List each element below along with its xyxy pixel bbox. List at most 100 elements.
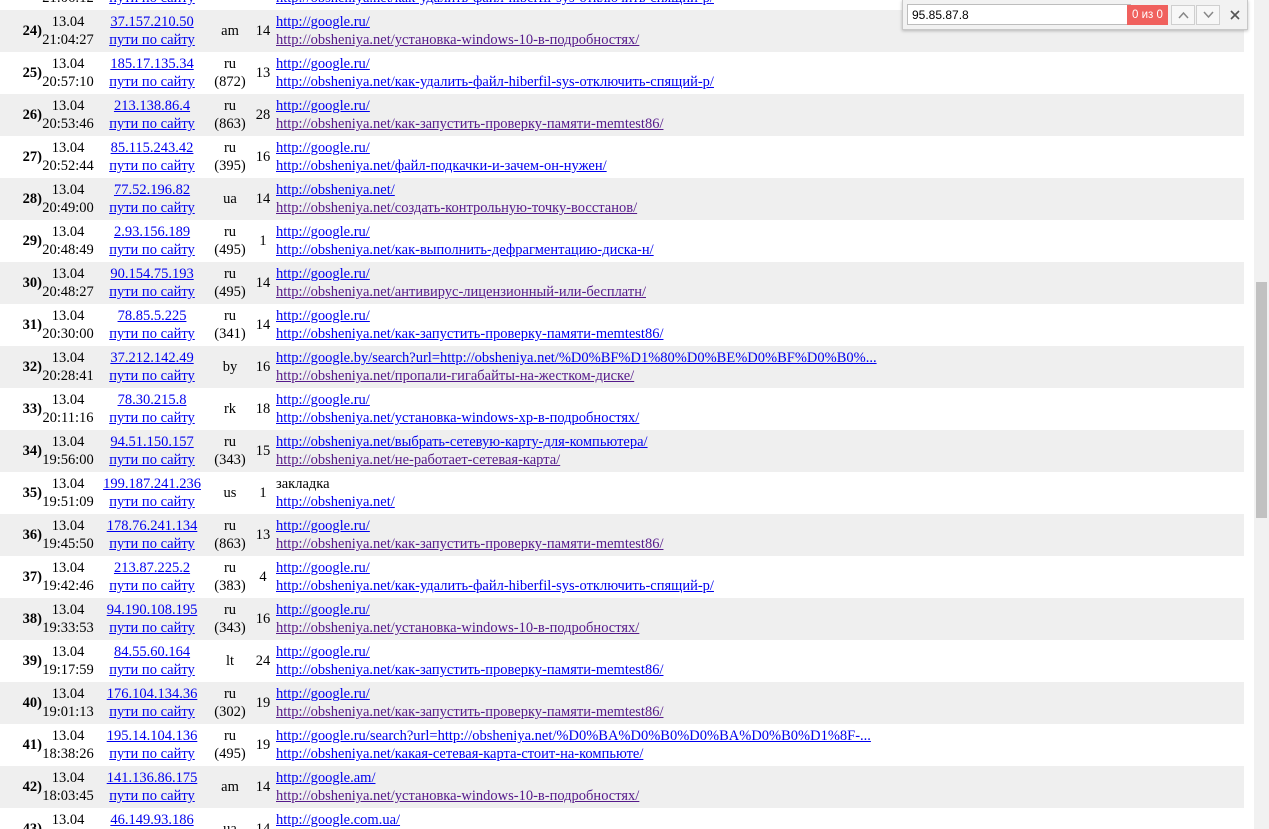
site-paths-link[interactable]: пути по сайту: [94, 703, 210, 721]
site-paths-link[interactable]: пути по сайту: [94, 493, 210, 511]
vertical-scrollbar[interactable]: [1254, 0, 1269, 829]
ip-link[interactable]: 46.149.93.186: [94, 811, 210, 829]
site-paths-link[interactable]: пути по сайту: [94, 787, 210, 805]
landing-page-link[interactable]: http://obsheniya.net/установка-windows-1…: [276, 787, 1244, 805]
ip-cell: 77.52.196.82 пути по сайту: [94, 178, 210, 220]
find-close-button[interactable]: [1227, 7, 1243, 23]
visit-datetime: 13.04 20:53:46: [42, 94, 94, 136]
country-cell: ru (341): [210, 304, 250, 346]
site-paths-link[interactable]: пути по сайту: [94, 0, 210, 7]
site-paths-link[interactable]: пути по сайту: [94, 115, 210, 133]
site-paths-link[interactable]: пути по сайту: [94, 325, 210, 343]
referrer-link[interactable]: http://google.ru/: [276, 139, 1244, 157]
landing-page-link[interactable]: http://obsheniya.net/как-запустить-прове…: [276, 535, 1244, 553]
landing-page-link[interactable]: http://obsheniya.net/как-запустить-прове…: [276, 703, 1244, 721]
scrollbar-thumb[interactable]: [1256, 282, 1267, 518]
region-code: (343): [214, 620, 246, 636]
referrer-link[interactable]: http://google.ru/: [276, 685, 1244, 703]
referrer-link[interactable]: http://google.ru/: [276, 517, 1244, 535]
row-number: 23): [0, 0, 42, 10]
ip-link[interactable]: 94.51.150.157: [94, 433, 210, 451]
site-paths-link[interactable]: пути по сайту: [94, 283, 210, 301]
landing-page-link[interactable]: http://obsheniya.net/какая-сетевая-карта…: [276, 745, 1244, 763]
ip-link[interactable]: 213.87.225.2: [94, 559, 210, 577]
ip-link[interactable]: 178.76.241.134: [94, 517, 210, 535]
ip-link[interactable]: 199.187.241.236: [94, 475, 210, 493]
ip-link[interactable]: 77.52.196.82: [94, 181, 210, 199]
landing-page-link[interactable]: http://obsheniya.net/установка-windows-1…: [276, 31, 1244, 49]
ip-link[interactable]: 37.212.142.49: [94, 349, 210, 367]
landing-page-link[interactable]: http://obsheniya.net/установка-windows-1…: [276, 619, 1244, 637]
ip-link[interactable]: 213.138.86.4: [94, 97, 210, 115]
ip-link[interactable]: 37.157.210.50: [94, 13, 210, 31]
landing-page-link[interactable]: http://obsheniya.net/антивирус-лицензион…: [276, 283, 1244, 301]
landing-page-link[interactable]: http://obsheniya.net/: [276, 493, 1244, 511]
site-paths-link[interactable]: пути по сайту: [94, 241, 210, 259]
referrer-text: закладка: [276, 476, 330, 492]
referrer-link[interactable]: http://google.ru/search?url=http://obshe…: [276, 727, 1244, 745]
ip-link[interactable]: 85.115.243.42: [94, 139, 210, 157]
site-paths-link[interactable]: пути по сайту: [94, 73, 210, 91]
landing-page-link[interactable]: http://obsheniya.net/создать-контрольную…: [276, 199, 1244, 217]
landing-page-link[interactable]: http://obsheniya.net/как-выполнить-дефра…: [276, 241, 1244, 259]
ip-link[interactable]: 90.154.75.193: [94, 265, 210, 283]
ip-link[interactable]: 84.55.60.164: [94, 643, 210, 661]
site-paths-link[interactable]: пути по сайту: [94, 199, 210, 217]
referrer-link[interactable]: http://google.ru/: [276, 307, 1244, 325]
site-paths-link[interactable]: пути по сайту: [94, 409, 210, 427]
site-paths-link[interactable]: пути по сайту: [94, 157, 210, 175]
landing-page-link[interactable]: http://obsheniya.net/файл-подкачки-и-зач…: [276, 157, 1244, 175]
referrer-link[interactable]: http://google.ru/: [276, 391, 1244, 409]
referrer-link[interactable]: http://google.com.ua/: [276, 811, 1244, 829]
site-paths-link[interactable]: пути по сайту: [94, 661, 210, 679]
table-row: 39) 13.04 19:17:59 84.55.60.164 пути по сайт…: [0, 640, 1244, 682]
referrer-link[interactable]: http://google.ru/: [276, 559, 1244, 577]
ip-link[interactable]: 185.17.135.34: [94, 55, 210, 73]
find-next-button[interactable]: [1196, 5, 1220, 25]
site-paths-link[interactable]: пути по сайту: [94, 577, 210, 595]
referrer-link[interactable]: http://google.ru/: [276, 265, 1244, 283]
ip-link[interactable]: 141.136.86.175: [94, 769, 210, 787]
landing-page-link[interactable]: http://obsheniya.net/как-удалить-файл-hi…: [276, 577, 1244, 595]
ip-link[interactable]: 176.104.134.36: [94, 685, 210, 703]
site-paths-link[interactable]: пути по сайту: [94, 535, 210, 553]
ip-link[interactable]: 195.14.104.136: [94, 727, 210, 745]
referrer-link[interactable]: http://google.ru/: [276, 601, 1244, 619]
site-paths-link[interactable]: пути по сайту: [94, 367, 210, 385]
referrer-link[interactable]: http://google.ru/: [276, 223, 1244, 241]
landing-page-link[interactable]: http://obsheniya.net/как-удалить-файл-hi…: [276, 73, 1244, 91]
site-paths-link[interactable]: пути по сайту: [94, 31, 210, 49]
ip-cell: 78.85.5.225 пути по сайту: [94, 304, 210, 346]
country-cell: ru (863): [210, 94, 250, 136]
referrer-link[interactable]: http://google.ru/: [276, 97, 1244, 115]
ip-link[interactable]: 94.190.108.195: [94, 601, 210, 619]
referrer-link[interactable]: http://google.ru/: [276, 643, 1244, 661]
region-code: (495): [214, 284, 246, 300]
site-paths-link[interactable]: пути по сайту: [94, 451, 210, 469]
find-previous-button[interactable]: [1171, 5, 1195, 25]
ip-link[interactable]: 78.85.5.225: [94, 307, 210, 325]
referrer-link[interactable]: http://obsheniya.net/: [276, 181, 1244, 199]
referrer-link[interactable]: http://google.by/search?url=http://obshe…: [276, 349, 1244, 367]
site-paths-link[interactable]: пути по сайту: [94, 745, 210, 763]
chevron-down-icon: [1203, 11, 1214, 19]
landing-page-link[interactable]: http://obsheniya.net/как-запустить-прове…: [276, 325, 1244, 343]
ip-link[interactable]: 2.93.156.189: [94, 223, 210, 241]
referrer-link[interactable]: http://google.am/: [276, 769, 1244, 787]
site-paths-link[interactable]: пути по сайту: [94, 619, 210, 637]
landing-page-link[interactable]: http://obsheniya.net/пропали-гигабайты-н…: [276, 367, 1244, 385]
landing-page-link[interactable]: http://obsheniya.net/не-работает-сетевая…: [276, 451, 1244, 469]
country-code: ru: [223, 266, 237, 282]
landing-page-link[interactable]: http://obsheniya.net/как-запустить-прове…: [276, 661, 1244, 679]
visit-datetime: 13.04 20:57:10: [42, 52, 94, 94]
referrer-link[interactable]: http://obsheniya.net/выбрать-сетевую-кар…: [276, 433, 1244, 451]
row-number: 35): [22, 484, 42, 501]
page-count: 19: [255, 694, 271, 711]
country-cell: ru (343): [210, 598, 250, 640]
ip-link[interactable]: 78.30.215.8: [94, 391, 210, 409]
landing-page-link[interactable]: http://obsheniya.net/установка-windows-x…: [276, 409, 1244, 427]
landing-page-link[interactable]: http://obsheniya.net/как-запустить-прове…: [276, 115, 1244, 133]
find-input[interactable]: [907, 4, 1131, 25]
referrer-link[interactable]: http://google.ru/: [276, 55, 1244, 73]
row-number: 37): [22, 568, 42, 585]
